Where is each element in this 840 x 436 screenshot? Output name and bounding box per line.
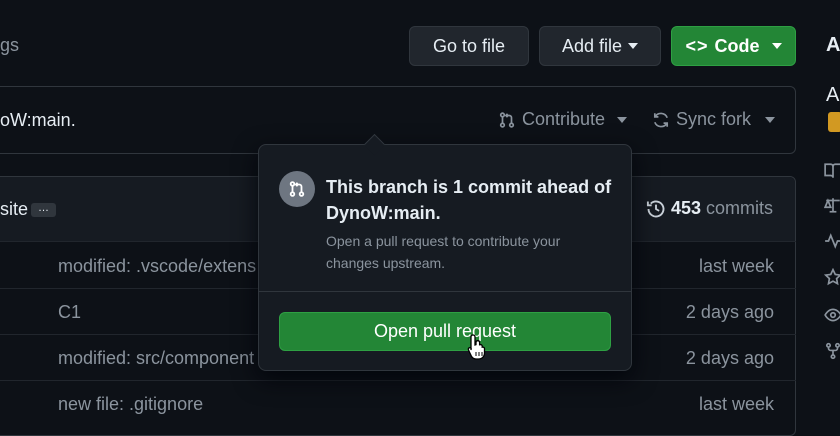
go-to-file-label: Go to file: [432, 35, 506, 56]
file-commit-message[interactable]: modified: src/component: [58, 348, 254, 369]
chevron-down-icon: [771, 43, 782, 49]
add-file-label: Add file: [561, 35, 623, 56]
divider: [0, 380, 796, 381]
file-commit-time: last week: [698, 256, 774, 276]
history-icon: [646, 200, 665, 217]
sync-fork-button[interactable]: Sync fork: [652, 109, 776, 130]
chevron-down-icon: [765, 116, 776, 123]
go-to-file-button[interactable]: Go to file: [409, 26, 529, 66]
commits-label: commits: [706, 198, 774, 218]
contribute-popover: This branch is 1 commit ahead of DynoW:m…: [258, 133, 632, 371]
sync-fork-label: Sync fork: [676, 109, 752, 129]
open-pull-request-button[interactable]: Open pull request: [279, 312, 611, 351]
chevron-down-icon: [617, 116, 628, 123]
branch-tags-partial[interactable]: gs: [0, 35, 19, 56]
file-commit-message[interactable]: modified: .vscode/extens: [58, 256, 256, 277]
contribute-label: Contribute: [522, 109, 606, 129]
star-icon: [824, 268, 840, 286]
repo-forked-icon: [825, 342, 840, 360]
eye-icon: [824, 308, 840, 322]
popover-title: This branch is 1 commit ahead of DynoW:m…: [326, 174, 611, 226]
ellipsis-label: …: [38, 202, 49, 214]
file-commit-time: 2 days ago: [685, 348, 774, 368]
law-icon: [824, 198, 840, 213]
sidebar-about-text: A: [826, 84, 840, 106]
popover-desc-line2: changes upstream.: [326, 255, 446, 271]
code-icon: <>: [685, 35, 709, 56]
contribute-button[interactable]: Contribute: [498, 109, 628, 130]
commit-history-link[interactable]: 453 commits: [646, 198, 773, 219]
add-file-button[interactable]: Add file: [539, 26, 661, 66]
pull-request-icon: [279, 171, 315, 207]
pulse-icon: [825, 233, 840, 249]
popover-description: Open a pull request to contribute your c…: [326, 230, 560, 274]
file-commit-message[interactable]: C1: [58, 302, 81, 323]
code-label: Code: [714, 35, 760, 56]
git-pull-request-icon: [499, 111, 515, 128]
file-commit-message[interactable]: new file: .gitignore: [58, 394, 203, 415]
latest-commit-message[interactable]: site: [0, 199, 28, 220]
popover-title-line1: This branch is 1 commit ahead of: [326, 177, 612, 197]
sync-icon: [653, 112, 669, 127]
file-commit-time: last week: [698, 394, 774, 414]
expand-commit-button[interactable]: …: [31, 203, 56, 217]
popover-title-line2: DynoW:main.: [326, 203, 441, 223]
hand-cursor-icon: [467, 334, 486, 360]
popover-divider: [259, 291, 631, 292]
open-pull-request-label: Open pull request: [373, 321, 517, 341]
file-commit-time: 2 days ago: [685, 302, 774, 322]
sidebar-emoji-icon: [828, 112, 840, 132]
book-icon: [824, 163, 840, 178]
fork-status-text: oW:main.: [0, 110, 76, 130]
sidebar-about-heading: A: [826, 34, 840, 56]
code-button[interactable]: <> Code: [671, 26, 796, 66]
chevron-down-icon: [628, 43, 639, 49]
popover-desc-line1: Open a pull request to contribute your: [326, 233, 561, 249]
commit-count: 453: [671, 198, 702, 218]
